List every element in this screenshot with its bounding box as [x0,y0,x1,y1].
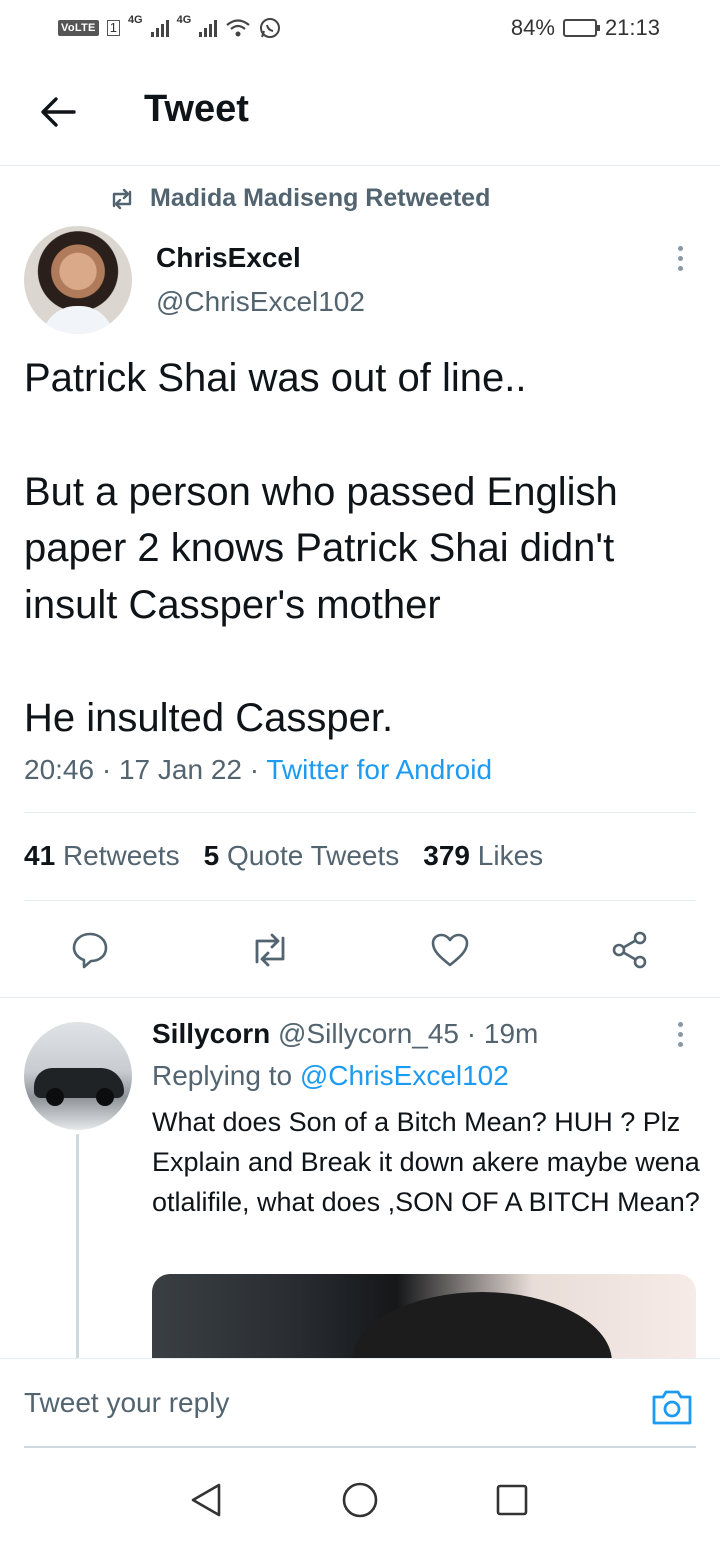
retweets-label: Retweets [62,840,180,871]
replying-to: Replying to @ChrisExcel102 [152,1060,509,1092]
nav-back-button[interactable] [184,1478,228,1522]
reply-input[interactable]: Tweet your reply [24,1387,229,1419]
reply-media-image[interactable] [152,1274,696,1358]
likes-count: 379 [423,840,470,871]
network-type-2: 4G [176,14,192,26]
battery-percent: 84% [510,15,555,40]
status-right: 84% 21:13 [511,15,660,41]
back-button[interactable] [38,92,78,132]
nav-recents-button[interactable] [490,1478,534,1522]
meta-separator: · [249,754,260,785]
share-button[interactable] [608,928,652,972]
tweet-paragraph: He insulted Cassper. [24,696,394,740]
nav-home-button[interactable] [338,1478,382,1522]
tweet-source-link[interactable]: Twitter for Android [266,754,492,785]
retweets-stat[interactable]: 41 Retweets [24,840,180,872]
signal-bars-icon [199,19,218,37]
reply-button[interactable] [68,928,112,972]
section-divider [0,997,720,998]
replying-mention-link[interactable]: @ChrisExcel102 [300,1060,509,1091]
reply-author-name[interactable]: Sillycorn [152,1018,270,1049]
volte-badge: VoLTE [58,20,99,36]
retweet-icon [255,933,285,967]
clock: 21:13 [604,15,660,40]
status-left: VoLTE 1 4G 4G [58,14,281,39]
arrow-left-icon [41,97,76,127]
tweet-meta: 20:46 · 17 Jan 22 · Twitter for Android [24,754,492,786]
top-app-bar: Tweet [0,56,720,166]
square-recents-icon [496,1484,528,1516]
retweets-count: 41 [24,840,56,871]
thread-line [76,1134,79,1358]
tweet-paragraph: Patrick Shai was out of line.. [24,356,527,400]
tweet-date: 17 Jan 22 [118,754,242,785]
reply-author-handle[interactable]: @Sillycorn_45 [278,1018,459,1049]
battery-icon [562,19,600,37]
quotes-count: 5 [203,840,220,871]
author-name[interactable]: ChrisExcel [156,242,301,274]
composer-underline [24,1446,696,1448]
reply-header: Sillycorn @Sillycorn_45 · 19m [152,1018,538,1050]
like-button[interactable] [428,928,472,972]
reply-age: 19m [483,1018,539,1049]
reply-avatar[interactable] [24,1022,132,1130]
camera-icon [652,1390,692,1425]
likes-stat[interactable]: 379 Likes [423,840,543,872]
quotes-label: Quote Tweets [227,840,400,871]
quotes-stat[interactable]: 5 Quote Tweets [204,840,400,872]
tweet-more-button[interactable] [668,238,692,278]
likes-label: Likes [477,840,544,871]
replying-label: Replying to [152,1060,293,1091]
sim-slot: 1 [106,20,120,36]
divider [24,812,696,813]
avatar[interactable] [24,226,132,334]
reply-separator: · [466,1018,477,1049]
heart-icon [431,933,469,967]
tweet-paragraph: But a person who passed English paper 2 … [24,469,618,627]
retweet-button[interactable] [248,928,292,972]
status-bar: VoLTE 1 4G 4G 84% 21:13 [0,0,720,56]
tweet-text: Patrick Shai was out of line.. But a per… [24,350,704,747]
page-title: Tweet [144,88,249,130]
reply-composer: Tweet your reply [0,1358,720,1448]
tweet-actions [0,918,720,982]
tweet-stats: 41 Retweets 5 Quote Tweets 379 Likes [24,840,543,872]
signal-bars-icon [150,19,169,37]
meta-separator: · [101,754,112,785]
retweet-context[interactable]: Madida Madiseng Retweeted [108,184,490,213]
network-type-1: 4G [127,14,143,26]
system-nav-bar [0,1460,720,1541]
share-icon [612,931,647,969]
reply-text: What does Son of a Bitch Mean? HUH ? Plz… [152,1107,700,1217]
divider [24,900,696,901]
reply-icon [72,932,108,969]
camera-button[interactable] [650,1387,694,1427]
retweet-icon [112,188,132,209]
reply-more-button[interactable] [668,1014,692,1054]
triangle-back-icon [191,1483,221,1517]
tweet-time: 20:46 [24,754,95,785]
retweet-label: Madida Madiseng Retweeted [150,184,491,212]
wifi-icon [226,19,251,37]
author-handle[interactable]: @ChrisExcel102 [156,286,365,318]
circle-home-icon [342,1482,378,1518]
whatsapp-icon [260,18,281,38]
